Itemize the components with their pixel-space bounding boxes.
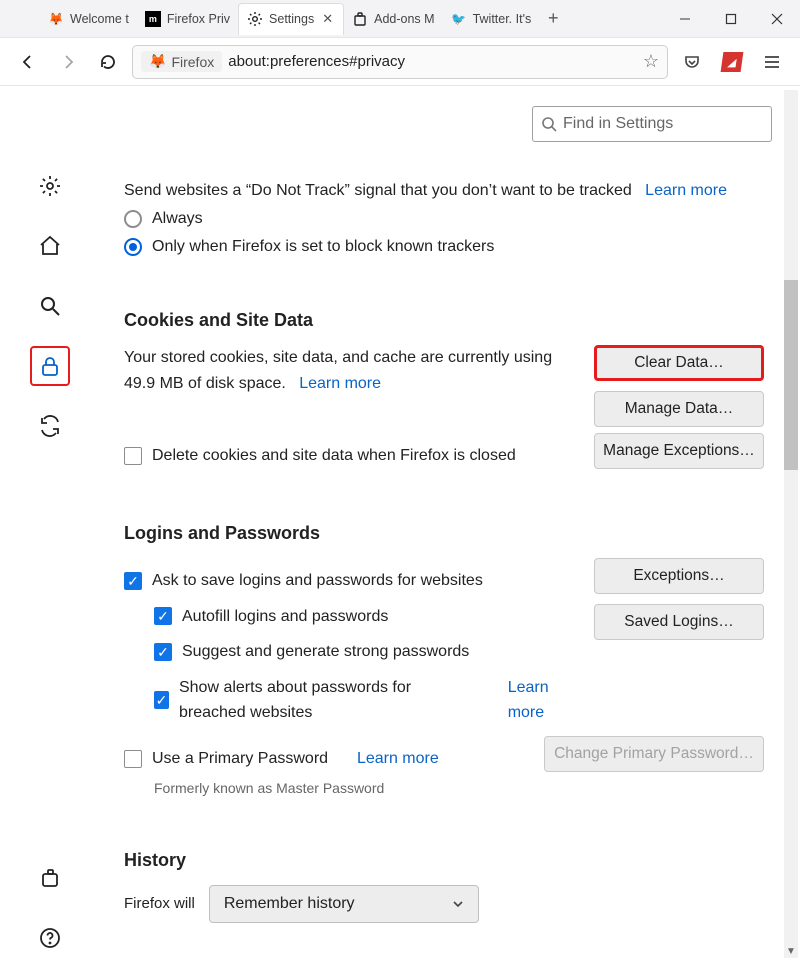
pocket-icon[interactable] <box>676 46 708 78</box>
breach-learn-more-link[interactable]: Learn more <box>508 675 574 726</box>
breach-alerts-checkbox[interactable]: ✓ <box>154 691 169 709</box>
reload-button[interactable] <box>92 46 124 78</box>
gear-icon <box>247 11 263 27</box>
breach-alerts-label: Show alerts about passwords for breached… <box>179 675 479 726</box>
window-maximize[interactable] <box>708 4 754 34</box>
tab-addons[interactable]: Add-ons M <box>344 3 442 35</box>
firefox-icon: 🦊 <box>48 11 64 27</box>
identity-label: Firefox <box>171 54 214 70</box>
sidebar-home[interactable] <box>30 226 70 266</box>
formerly-master-password: Formerly known as Master Password <box>154 780 764 796</box>
change-primary-password-button[interactable]: Change Primary Password… <box>544 736 764 772</box>
settings-main: Find in Settings Send websites a “Do Not… <box>100 86 800 958</box>
dnt-only-label: Only when Firefox is set to block known … <box>152 238 494 256</box>
sidebar-general[interactable] <box>30 166 70 206</box>
tab-strip: 🦊 Welcome t m Firefox Priv Settings ✕ Ad… <box>0 0 800 38</box>
autofill-label: Autofill logins and passwords <box>182 604 388 630</box>
close-icon[interactable]: ✕ <box>320 11 335 27</box>
login-exceptions-button[interactable]: Exceptions… <box>594 558 764 594</box>
search-placeholder: Find in Settings <box>563 115 673 133</box>
primary-password-label: Use a Primary Password <box>152 746 328 772</box>
saved-logins-button[interactable]: Saved Logins… <box>594 604 764 640</box>
settings-sidebar <box>0 86 100 958</box>
address-bar[interactable]: 🦊 Firefox ☆ <box>132 45 668 79</box>
adblock-icon[interactable]: ◢ <box>716 46 748 78</box>
sidebar-search[interactable] <box>30 286 70 326</box>
sidebar-privacy[interactable] <box>30 346 70 386</box>
bookmark-star-icon[interactable]: ☆ <box>643 51 659 72</box>
suggest-passwords-label: Suggest and generate strong passwords <box>182 639 469 665</box>
delete-cookies-label: Delete cookies and site data when Firefo… <box>152 443 516 469</box>
forward-button[interactable] <box>52 46 84 78</box>
sidebar-help[interactable] <box>30 918 70 958</box>
sidebar-sync[interactable] <box>30 406 70 446</box>
logins-heading: Logins and Passwords <box>124 523 764 544</box>
delete-cookies-checkbox[interactable] <box>124 447 142 465</box>
tab-label: Add-ons M <box>374 12 434 26</box>
suggest-passwords-checkbox[interactable]: ✓ <box>154 643 172 661</box>
back-button[interactable] <box>12 46 44 78</box>
tab-label: Twitter. It's <box>473 12 532 26</box>
tab-twitter[interactable]: 🐦 Twitter. It's <box>443 3 540 35</box>
window-minimize[interactable] <box>662 4 708 34</box>
identity-box[interactable]: 🦊 Firefox <box>141 51 222 72</box>
dnt-only-radio[interactable] <box>124 238 142 256</box>
tab-label: Firefox Priv <box>167 12 230 26</box>
window-close[interactable] <box>754 4 800 34</box>
dnt-learn-more-link[interactable]: Learn more <box>645 182 727 199</box>
cookies-heading: Cookies and Site Data <box>124 310 764 331</box>
history-heading: History <box>124 850 764 871</box>
window-controls <box>662 4 800 34</box>
twitter-icon: 🐦 <box>451 11 467 27</box>
new-tab-button[interactable]: + <box>539 5 567 33</box>
puzzle-icon <box>352 11 368 27</box>
find-in-settings[interactable]: Find in Settings <box>532 106 772 142</box>
clear-data-button[interactable]: Clear Data… <box>594 345 764 381</box>
ask-save-logins-checkbox[interactable]: ✓ <box>124 572 142 590</box>
primary-password-checkbox[interactable] <box>124 750 142 768</box>
history-mode-value: Remember history <box>224 895 355 913</box>
manage-exceptions-button[interactable]: Manage Exceptions… <box>594 433 764 469</box>
mozilla-icon: m <box>145 11 161 27</box>
tab-firefox-privacy[interactable]: m Firefox Priv <box>137 3 238 35</box>
app-menu-button[interactable] <box>756 46 788 78</box>
tab-welcome[interactable]: 🦊 Welcome t <box>40 3 137 35</box>
search-icon <box>541 116 557 132</box>
tab-settings[interactable]: Settings ✕ <box>238 3 344 35</box>
autofill-checkbox[interactable]: ✓ <box>154 607 172 625</box>
tab-label: Welcome t <box>70 12 129 26</box>
primary-learn-more-link[interactable]: Learn more <box>357 746 439 772</box>
history-mode-select[interactable]: Remember history <box>209 885 479 923</box>
dnt-always-label: Always <box>152 210 203 228</box>
sidebar-extensions[interactable] <box>30 858 70 898</box>
url-input[interactable] <box>228 53 637 70</box>
tab-label: Settings <box>269 12 314 26</box>
ask-save-logins-label: Ask to save logins and passwords for web… <box>152 568 483 594</box>
navigation-toolbar: 🦊 Firefox ☆ ◢ <box>0 38 800 86</box>
firefox-icon: 🦊 <box>149 53 166 70</box>
manage-data-button[interactable]: Manage Data… <box>594 391 764 427</box>
dnt-always-radio[interactable] <box>124 210 142 228</box>
chevron-down-icon <box>452 898 464 910</box>
dnt-text: Send websites a “Do Not Track” signal th… <box>124 182 632 199</box>
cookies-learn-more-link[interactable]: Learn more <box>299 375 381 392</box>
history-will-label: Firefox will <box>124 895 195 912</box>
